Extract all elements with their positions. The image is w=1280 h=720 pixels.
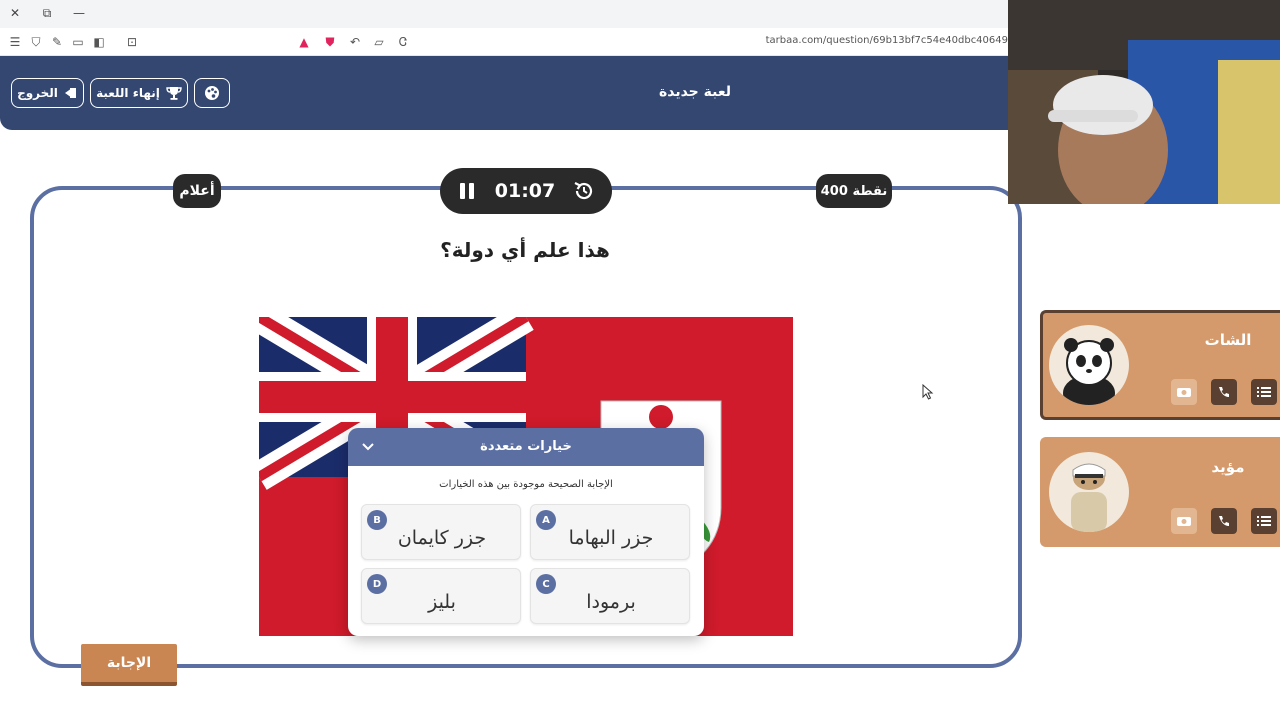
trophy-icon — [166, 87, 182, 100]
cast-icon[interactable]: ▱ — [371, 34, 387, 50]
pause-icon[interactable] — [456, 180, 478, 202]
multiple-choice-title: خيارات متعددة — [480, 439, 572, 454]
question-text: هذا علم أي دولة؟ — [440, 238, 610, 262]
palette-icon — [205, 86, 219, 100]
theme-button[interactable] — [194, 78, 230, 108]
minimize-icon[interactable]: — — [71, 6, 87, 20]
option-a[interactable]: A جزر البهاما — [530, 504, 690, 560]
exit-icon — [64, 88, 76, 98]
reset-timer-icon[interactable] — [572, 179, 596, 203]
address-bar[interactable]: tarbaa.com/question/69b13bf7c54e40dbc406… — [700, 35, 1008, 46]
option-c[interactable]: C برمودا — [530, 568, 690, 624]
team-name: مؤيد — [1211, 458, 1245, 476]
browser-titlebar: ✕ ⧉ — — [0, 0, 1008, 28]
option-text: برمودا — [586, 591, 636, 613]
panda-avatar — [1049, 325, 1129, 405]
sidebar-icon[interactable]: ◧ — [91, 34, 107, 50]
camel-avatar — [1049, 452, 1129, 532]
multiple-choice-subtitle: الإجابة الصحيحة موجودة بين هذه الخيارات — [439, 479, 613, 490]
pin-icon[interactable]: ✎ — [49, 34, 65, 50]
timer: 01:07 — [440, 168, 612, 214]
menu-icon[interactable]: ☰ — [7, 34, 23, 50]
exit-button[interactable]: الخروج — [11, 78, 84, 108]
option-b[interactable]: B جزر كايمان — [361, 504, 521, 560]
end-game-label: إنهاء اللعبة — [96, 86, 160, 100]
restore-icon[interactable]: ⧉ — [39, 6, 55, 21]
phone-icon[interactable] — [1211, 379, 1237, 405]
camera-off-icon[interactable] — [1171, 379, 1197, 405]
page-title: لعبة جديدة — [658, 84, 732, 100]
end-game-button[interactable]: إنهاء اللعبة — [90, 78, 188, 108]
option-text: جزر البهاما — [568, 527, 654, 549]
team-card: مؤيد — [1040, 437, 1280, 547]
option-text: جزر كايمان — [397, 527, 487, 549]
webcam-overlay — [1008, 0, 1280, 204]
exit-label: الخروج — [17, 86, 58, 100]
list-icon[interactable] — [1251, 508, 1277, 534]
browser-toolbar: ☰ ⛉ ✎ ▭ ◧ ⊡ ▲ ⛊ ↶ ▱ Ꮳ tarbaa.com/questio… — [0, 28, 1008, 56]
mouse-cursor-icon — [922, 384, 934, 400]
points-badge: 400 نقطة — [816, 174, 892, 208]
option-d[interactable]: D بليز — [361, 568, 521, 624]
team-name: الشات — [1204, 331, 1252, 349]
translate-icon[interactable]: Ꮳ — [395, 34, 411, 50]
screenshot-icon[interactable]: ⊡ — [124, 34, 140, 50]
close-icon[interactable]: ✕ — [7, 6, 23, 20]
shield-icon[interactable]: ⛉ — [28, 34, 44, 50]
adobe-icon[interactable]: ▲ — [296, 34, 312, 50]
team-card: الشات — [1040, 310, 1280, 420]
list-icon[interactable] — [1251, 379, 1277, 405]
multiple-choice-panel: خيارات متعددة الإجابة الصحيحة موجودة بين… — [348, 428, 704, 636]
category-badge: أعلام — [173, 174, 221, 208]
phone-icon[interactable] — [1211, 508, 1237, 534]
timer-value: 01:07 — [494, 180, 556, 202]
app-header: الخروج إنهاء اللعبة لعبة جديدة — [0, 56, 1008, 130]
extension-shield-icon[interactable]: ⛊ — [322, 34, 338, 50]
camera-off-icon[interactable] — [1171, 508, 1197, 534]
undo-icon[interactable]: ↶ — [347, 34, 363, 50]
tabs-icon[interactable]: ▭ — [70, 34, 86, 50]
multiple-choice-header[interactable]: خيارات متعددة — [348, 428, 704, 466]
option-text: بليز — [428, 591, 456, 613]
answer-button[interactable]: الإجابة — [81, 644, 177, 686]
